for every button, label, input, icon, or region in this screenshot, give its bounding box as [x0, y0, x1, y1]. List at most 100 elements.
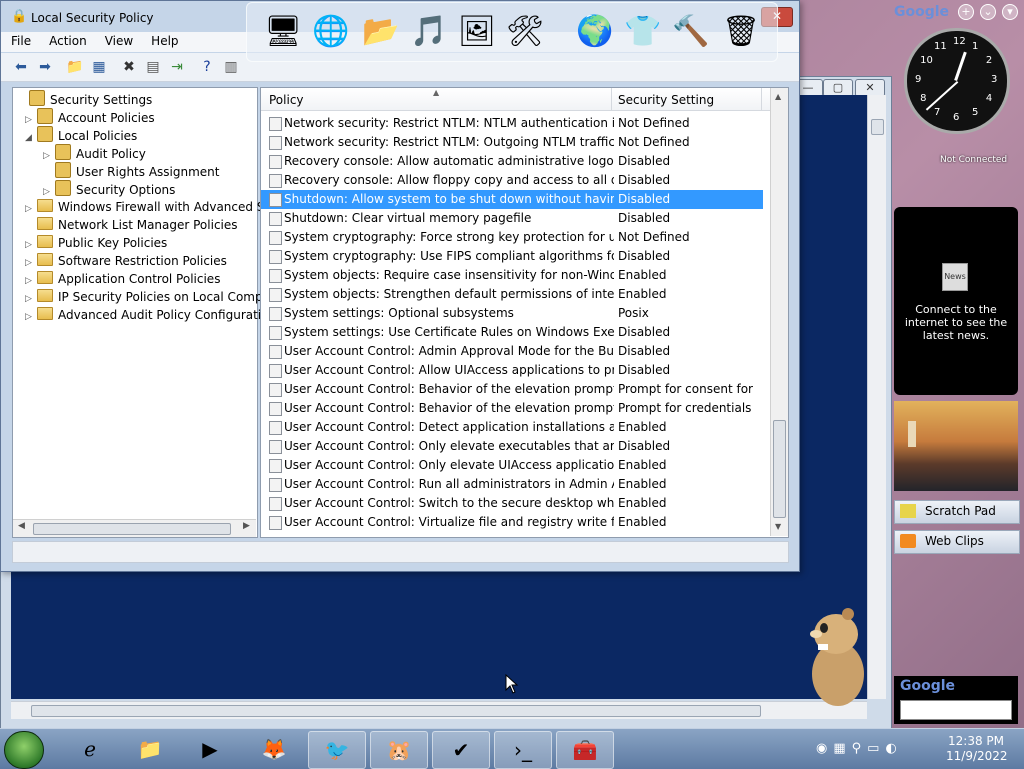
tree-item[interactable]: ▷ Software Restriction Policies: [25, 252, 227, 270]
file-explorer-icon[interactable]: 📁: [122, 731, 178, 767]
chrome-tray-icon[interactable]: ◉: [816, 741, 827, 756]
policy-row[interactable]: System settings: Use Certificate Rules o…: [261, 323, 763, 342]
web-clips-gadget[interactable]: Web Clips: [894, 530, 1020, 554]
powershell-icon[interactable]: ›_: [494, 731, 552, 769]
firefox-icon[interactable]: 🦊: [246, 731, 302, 767]
add-gadget-icon[interactable]: +: [958, 4, 974, 20]
menu-icon[interactable]: ▾: [1002, 4, 1018, 20]
vertical-scrollbar[interactable]: [867, 95, 886, 699]
policy-row[interactable]: User Account Control: Only elevate execu…: [261, 437, 763, 456]
scroll-thumb[interactable]: [33, 523, 231, 535]
pictures-folder-icon[interactable]: 🖼: [455, 9, 499, 55]
music-folder-icon[interactable]: 🎵: [407, 9, 451, 55]
recycle-bin-icon[interactable]: 🗑: [719, 9, 763, 55]
policy-row[interactable]: Recovery console: Allow floppy copy and …: [261, 171, 763, 190]
tree-item[interactable]: ▷ Account Policies: [25, 108, 155, 126]
policy-row[interactable]: Shutdown: Clear virtual memory pagefile D…: [261, 209, 763, 228]
console-tree[interactable]: Security Settings ▷ Account Policies ◢ Local…: [12, 87, 286, 538]
tree-item[interactable]: ▷ Public Key Policies: [25, 234, 167, 252]
hamster-app-icon[interactable]: 🐹: [370, 731, 428, 769]
policy-row[interactable]: Network security: Restrict NTLM: NTLM au…: [261, 114, 763, 133]
menu-view[interactable]: View: [95, 32, 141, 48]
extended-view-icon[interactable]: ▥: [221, 57, 241, 77]
start-button[interactable]: [4, 731, 44, 769]
menu-action[interactable]: Action: [39, 32, 95, 48]
policy-row[interactable]: System settings: Optional subsystems Posi…: [261, 304, 763, 323]
scroll-thumb[interactable]: [773, 420, 786, 518]
toolbox-icon[interactable]: 🧰: [556, 731, 614, 769]
display-tray-icon[interactable]: ▭: [867, 741, 879, 756]
internet-explorer-icon[interactable]: ℯ: [62, 731, 118, 767]
security-check-icon[interactable]: ✔: [432, 731, 490, 769]
documents-folder-icon[interactable]: 📂: [359, 9, 403, 55]
policy-row[interactable]: User Account Control: Behavior of the el…: [261, 399, 763, 418]
menu-help[interactable]: Help: [141, 32, 186, 48]
policy-row[interactable]: System objects: Require case insensitivi…: [261, 266, 763, 285]
shirt-icon[interactable]: 👕: [621, 9, 665, 55]
tools-icon[interactable]: 🛠: [503, 9, 547, 55]
tree-horizontal-scrollbar[interactable]: ◀ ▶: [13, 519, 256, 537]
scroll-right-icon[interactable]: ▶: [243, 521, 250, 531]
hamster-icon[interactable]: [804, 604, 868, 708]
policy-row[interactable]: System cryptography: Use FIPS compliant …: [261, 247, 763, 266]
volume-tray-icon[interactable]: ◐: [885, 741, 896, 756]
tree-item[interactable]: Network List Manager Policies: [25, 216, 238, 234]
policy-row[interactable]: User Account Control: Behavior of the el…: [261, 380, 763, 399]
delete-icon[interactable]: ✖: [119, 57, 139, 77]
clock-gadget[interactable]: 12 1 2 3 4 5 6 7 8 9 10 11: [904, 28, 1010, 134]
policy-row[interactable]: User Account Control: Virtualize file an…: [261, 513, 763, 532]
network-globe-icon[interactable]: 🌐: [309, 9, 353, 55]
tree-item[interactable]: ◢ Local Policies: [25, 126, 137, 144]
up-folder-icon[interactable]: 📁: [65, 57, 85, 77]
list-vertical-scrollbar[interactable]: ▲ ▼: [770, 88, 788, 536]
internet-globe-icon[interactable]: 🌍: [573, 9, 617, 55]
scratch-pad-gadget[interactable]: Scratch Pad: [894, 500, 1020, 524]
scroll-thumb[interactable]: [31, 705, 761, 717]
angry-birds-icon[interactable]: 🐦: [308, 731, 366, 769]
help-icon[interactable]: ?: [197, 57, 217, 77]
google-search-input[interactable]: [900, 700, 1012, 720]
scroll-left-icon[interactable]: ◀: [18, 521, 25, 531]
policy-row[interactable]: System cryptography: Force strong key pr…: [261, 228, 763, 247]
expander-icon[interactable]: ▷: [25, 308, 37, 326]
horizontal-scrollbar[interactable]: [11, 701, 867, 719]
tree-item[interactable]: Security Settings: [17, 90, 152, 108]
policy-row[interactable]: Network security: Restrict NTLM: Outgoin…: [261, 133, 763, 152]
forward-icon[interactable]: ➡: [35, 57, 55, 77]
properties-icon[interactable]: ▤: [143, 57, 163, 77]
export-icon[interactable]: ⇥: [167, 57, 187, 77]
back-icon[interactable]: ⬅: [11, 57, 31, 77]
column-security-setting[interactable]: Security Setting: [618, 93, 714, 107]
monitor-icon[interactable]: 🖥: [261, 9, 305, 55]
news-gadget[interactable]: News Connect to the internet to see the …: [894, 207, 1018, 395]
tree-item[interactable]: ▷ Windows Firewall with Advanced Secu: [25, 198, 286, 216]
scroll-thumb[interactable]: [871, 119, 884, 135]
local-security-policy-window[interactable]: 🔒 Local Security Policy ✕ FileActionView…: [0, 0, 800, 572]
tree-item[interactable]: ▷ Audit Policy: [43, 144, 146, 162]
search-tray-icon[interactable]: ⚲: [852, 741, 862, 756]
policy-row[interactable]: User Account Control: Only elevate UIAcc…: [261, 456, 763, 475]
network-tray-icon[interactable]: ▦: [833, 741, 845, 756]
options-icon[interactable]: ⌄: [980, 4, 996, 20]
tree-item[interactable]: User Rights Assignment: [43, 162, 219, 180]
taskbar-clock[interactable]: 12:38 PM 11/9/2022: [946, 734, 1008, 764]
policy-row[interactable]: User Account Control: Switch to the secu…: [261, 494, 763, 513]
tree-item[interactable]: ▷ Application Control Policies: [25, 270, 220, 288]
policy-row[interactable]: User Account Control: Allow UIAccess app…: [261, 361, 763, 380]
policy-row[interactable]: User Account Control: Admin Approval Mod…: [261, 342, 763, 361]
slideshow-gadget[interactable]: [894, 401, 1018, 491]
scroll-up-icon[interactable]: ▲: [775, 92, 781, 101]
menu-file[interactable]: File: [1, 32, 39, 48]
policy-list[interactable]: Policy ▲ Security Setting Network securi…: [260, 87, 789, 538]
tree-item[interactable]: ▷ Security Options: [43, 180, 175, 198]
scroll-down-icon[interactable]: ▼: [775, 522, 781, 531]
tree-item[interactable]: ▷ Advanced Audit Policy Configuration: [25, 306, 276, 324]
hammer-icon[interactable]: 🔨: [669, 9, 713, 55]
policy-row[interactable]: Shutdown: Allow system to be shut down w…: [261, 190, 763, 209]
policy-row[interactable]: Recovery console: Allow automatic admini…: [261, 152, 763, 171]
column-policy[interactable]: Policy: [269, 93, 304, 107]
policy-row[interactable]: System objects: Strengthen default permi…: [261, 285, 763, 304]
expander-icon[interactable]: ◢: [25, 129, 37, 147]
tree-item[interactable]: ▷ IP Security Policies on Local Compute: [25, 288, 282, 306]
media-player-icon[interactable]: ▶: [182, 731, 238, 767]
